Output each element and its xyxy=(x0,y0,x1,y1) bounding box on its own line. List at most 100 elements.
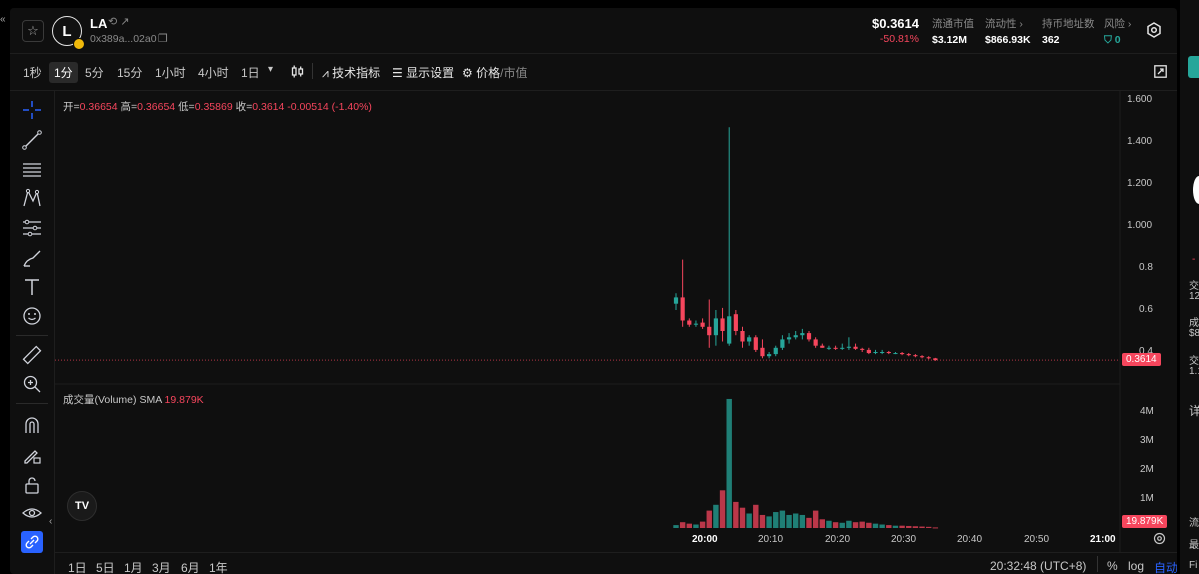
candle-body xyxy=(840,347,845,349)
candle-style-icon[interactable] xyxy=(291,65,304,78)
vol-tick: 2M xyxy=(1140,464,1154,475)
timeframe-5m[interactable]: 5分 xyxy=(85,64,104,81)
volume-bar xyxy=(679,522,686,528)
right-text: 最 xyxy=(1189,540,1199,551)
range-1m[interactable]: 1月 xyxy=(124,559,143,574)
volume-sma-label: SMA xyxy=(139,394,162,406)
candle-body xyxy=(733,314,738,331)
axis-settings-gear-icon[interactable] xyxy=(1153,532,1166,545)
fullscreen-icon[interactable] xyxy=(1154,65,1167,78)
chain-badge-icon xyxy=(73,38,85,50)
candle-body xyxy=(860,348,865,350)
price-change: -50.81% xyxy=(879,33,919,45)
volume-bar xyxy=(846,520,852,528)
collapse-tools-chevron-icon[interactable]: ‹ xyxy=(49,516,52,527)
percent-scale-toggle[interactable]: % xyxy=(1107,559,1118,573)
candle-body xyxy=(933,358,938,361)
timeframe-15m[interactable]: 15分 xyxy=(117,64,142,81)
stat-label: 持币地址数 xyxy=(1042,18,1095,30)
vol-tick: 3M xyxy=(1140,435,1154,446)
text-tool-icon[interactable] xyxy=(21,276,43,298)
timeframe-1d[interactable]: 1日 xyxy=(241,64,260,81)
right-text: 详 xyxy=(1189,404,1199,418)
volume-bar xyxy=(786,514,792,528)
x-tick: 20:40 xyxy=(957,534,983,545)
refresh-icon[interactable]: ⟲ xyxy=(108,16,120,28)
stat-liquidity[interactable]: 流动性 › $866.93K xyxy=(985,16,1031,46)
vol-tick: 4M xyxy=(1140,406,1154,417)
candle-body xyxy=(687,320,692,325)
range-1y[interactable]: 1年 xyxy=(209,559,228,574)
settings-gear-icon[interactable] xyxy=(1146,22,1162,38)
volume-bar xyxy=(926,526,932,528)
crosshair-icon[interactable] xyxy=(21,99,43,121)
ruler-icon[interactable] xyxy=(21,344,43,366)
range-5d[interactable]: 5日 xyxy=(96,559,115,574)
fib-tool-icon[interactable] xyxy=(21,217,43,239)
token-address: 0x389a...02a0 xyxy=(90,33,157,45)
toolbar-divider xyxy=(312,63,313,79)
gear-icon: ⚙ xyxy=(462,66,473,80)
right-text: 12 xyxy=(1189,291,1199,302)
right-panel-partial: - 交 12 成 $8 交 1.1 详 流 最 Fi xyxy=(1180,0,1199,574)
range-6m[interactable]: 6月 xyxy=(181,559,200,574)
volume-bar xyxy=(886,525,892,528)
list-settings-icon: ☰ xyxy=(392,66,403,80)
candlestick-chart-svg[interactable] xyxy=(55,91,1177,552)
timeframe-4h[interactable]: 4小时 xyxy=(198,64,229,81)
token-chart-panel: ☆ L LA ⟲↗ 0x389a...02a0 ❐ $0.3614 -50.81… xyxy=(10,8,1177,574)
price-mcap-toggle[interactable]: ⚙ 价格/市值 xyxy=(462,64,527,81)
toggle-knob-partial[interactable] xyxy=(1193,176,1199,204)
volume-bar xyxy=(799,514,806,528)
candle-body xyxy=(806,333,812,340)
token-header: ☆ L LA ⟲↗ 0x389a...02a0 ❐ $0.3614 -50.81… xyxy=(10,8,1177,54)
collapse-left-icon[interactable]: « xyxy=(0,14,6,25)
range-1d[interactable]: 1日 xyxy=(68,559,87,574)
lock-pen-icon[interactable] xyxy=(21,444,43,466)
volume-bar xyxy=(706,510,712,528)
auto-scale-toggle[interactable]: 自动 xyxy=(1154,559,1177,574)
indicators-icon: ⩘ xyxy=(322,66,329,80)
buy-tab-partial[interactable] xyxy=(1188,56,1199,78)
clock-readout[interactable]: 20:32:48 (UTC+8) xyxy=(990,559,1086,573)
stat-risk[interactable]: 风险 › ⛉ 0 xyxy=(1104,16,1131,47)
candle-body xyxy=(926,357,931,359)
volume-bar xyxy=(753,504,759,528)
trend-line-icon[interactable] xyxy=(21,129,43,151)
lock-icon[interactable] xyxy=(21,474,43,496)
stat-market-cap: 流通市值 $3.12M xyxy=(932,16,974,46)
candle-body xyxy=(833,347,838,349)
volume-bar xyxy=(839,522,845,528)
indicators-button[interactable]: ⩘ 技术指标 xyxy=(322,64,380,81)
horizontal-lines-icon[interactable] xyxy=(21,158,43,180)
zoom-in-icon[interactable] xyxy=(21,373,43,395)
candle-body xyxy=(707,326,712,336)
risk-count: 0 xyxy=(1114,34,1121,46)
emoji-icon[interactable] xyxy=(21,305,43,327)
brush-icon[interactable] xyxy=(21,247,43,269)
price-toggle-label: 价格 xyxy=(476,66,501,80)
display-settings-button[interactable]: ☰ 显示设置 xyxy=(392,64,454,81)
timeframe-1m[interactable]: 1分 xyxy=(49,62,78,83)
magnet-icon[interactable] xyxy=(21,414,43,436)
y-tick: 1.000 xyxy=(1127,220,1153,231)
x-tick: 20:50 xyxy=(1024,534,1050,545)
timeframe-dropdown-chevron-icon[interactable]: ▾ xyxy=(268,64,273,75)
volume-bar xyxy=(826,520,832,528)
pattern-icon[interactable] xyxy=(21,187,43,209)
candle-body xyxy=(747,337,752,342)
favorite-star-icon[interactable]: ☆ xyxy=(22,20,44,42)
timeframe-1s[interactable]: 1秒 xyxy=(23,64,42,81)
price-chart-area[interactable]: 开=0.36654 高=0.36654 低=0.35869 收=0.3614 -… xyxy=(55,91,1177,574)
log-scale-toggle[interactable]: log xyxy=(1128,559,1144,573)
timeframe-1h[interactable]: 1小时 xyxy=(155,64,186,81)
range-3m[interactable]: 3月 xyxy=(152,559,171,574)
x-tick: 20:00 xyxy=(692,534,718,545)
right-text: Fi xyxy=(1189,560,1198,571)
external-link-icon[interactable]: ↗ xyxy=(120,16,132,28)
tradingview-logo[interactable]: TV xyxy=(67,491,97,521)
copy-icon[interactable]: ❐ xyxy=(158,32,168,45)
link-sync-icon[interactable] xyxy=(21,531,43,553)
right-text: 交 xyxy=(1189,356,1199,367)
eye-icon[interactable] xyxy=(21,502,43,524)
